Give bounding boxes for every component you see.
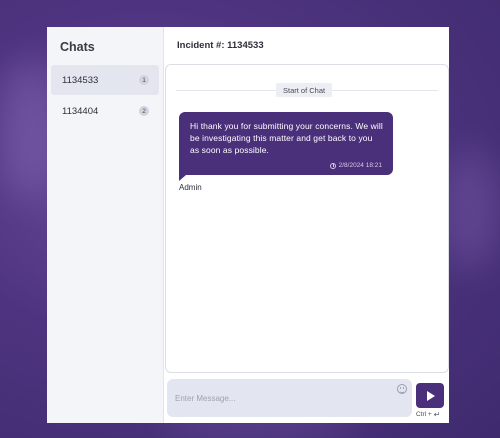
shortcut-label: Ctrl + <box>416 411 432 418</box>
enter-key-icon: ↵ <box>433 410 441 419</box>
chat-window: Chats 1134533 1 1134404 2 Incident #: 11… <box>47 27 449 423</box>
chat-item-label: 1134404 <box>62 105 99 117</box>
sidebar-title: Chats <box>60 40 95 54</box>
message-timestamp: 2/8/2024 18:21 <box>338 162 382 169</box>
send-button[interactable] <box>416 383 444 408</box>
incident-title: Incident #: 1134533 <box>177 40 264 51</box>
sidebar-item-chat-1134404[interactable]: 1134404 2 <box>51 96 159 126</box>
clock-icon <box>329 162 336 169</box>
message-meta: 2/8/2024 18:21 <box>329 162 382 169</box>
message-list[interactable]: Start of Chat Hi thank you for submittin… <box>165 64 449 373</box>
chat-sidebar: Chats 1134533 1 1134404 2 <box>47 27 164 423</box>
send-icon <box>427 390 435 401</box>
chat-main: Incident #: 1134533 Start of Chat Hi tha… <box>164 27 449 423</box>
start-of-chat-label: Start of Chat <box>276 83 333 97</box>
message-input[interactable] <box>167 379 412 417</box>
emoji-icon[interactable] <box>397 384 407 394</box>
start-of-chat-divider: Start of Chat <box>176 83 438 97</box>
unread-badge: 2 <box>139 106 149 116</box>
unread-badge: 1 <box>139 75 149 85</box>
message-sender: Admin <box>179 183 202 192</box>
sidebar-item-chat-1134533[interactable]: 1134533 1 <box>51 65 159 95</box>
chat-item-label: 1134533 <box>62 74 99 86</box>
send-shortcut-hint: Ctrl + ↵ <box>416 410 440 419</box>
message-text: Hi thank you for submitting your concern… <box>190 121 383 155</box>
message-bubble: Hi thank you for submitting your concern… <box>179 112 393 181</box>
